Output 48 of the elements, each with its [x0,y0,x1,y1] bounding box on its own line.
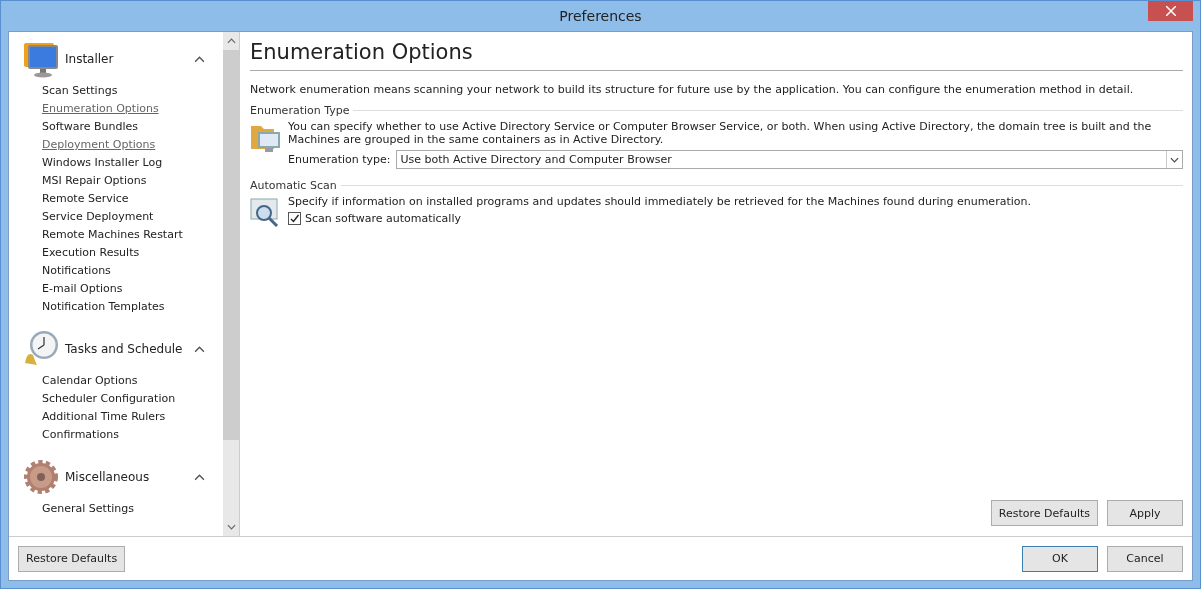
window-title: Preferences [559,8,642,24]
intro-text: Network enumeration means scanning your network to build its structure for future use by the application. You can configure the enumeration method in detail. [250,83,1135,96]
sidebar-link[interactable]: MSI Repair Options [42,172,223,190]
sidebar-link[interactable]: Notifications [42,262,223,280]
sidebar-link[interactable]: Calendar Options [42,372,223,390]
sidebar-link[interactable]: Remote Machines Restart [42,226,223,244]
collapse-icon[interactable] [194,55,205,63]
group-title: Miscellaneous [65,470,151,484]
collapse-icon[interactable] [194,473,205,481]
caret-icon [1170,156,1179,163]
section-heading: Enumeration Type [250,104,350,117]
page-title: Enumeration Options [250,40,1183,71]
sidebar-link[interactable]: Windows Installer Log [42,154,223,172]
sidebar-link[interactable]: Confirmations [42,426,223,444]
scroll-down-icon [226,524,236,530]
restore-defaults-button[interactable]: Restore Defaults [990,500,1098,526]
sidebar-link[interactable]: Scheduler Configuration [42,390,223,408]
sidebar-link[interactable]: General Settings [42,500,223,518]
section-description: You can specify whether to use Active Directory Service or Computer Browser Service, or both. When using Active Directory, the domain tree is built and the Machines are grouped in the same containers as in Active Directory. [288,120,1153,146]
sidebar-link[interactable]: Additional Time Rulers [42,408,223,426]
dropdown[interactable]: Use both Active Directory and Computer Browser [395,150,1183,169]
sidebar-link[interactable]: Deployment Options [42,136,223,154]
scroll-up-icon [226,38,236,44]
section-description: Specify if information on installed programs and updates should immediately be retrieved for the Machines found during enumeration. [288,195,1032,208]
field-label: Enumeration type: [288,153,391,166]
sidebar-link[interactable]: Software Bundles [42,118,223,136]
ok-button[interactable]: OK [1022,545,1098,572]
sidebar-link[interactable]: Service Deployment [42,208,223,226]
restore-defaults-button[interactable]: Restore Defaults [18,545,126,572]
cancel-button[interactable]: Cancel [1107,545,1183,572]
group-title: Installer [65,52,115,66]
sidebar-link[interactable]: E-mail Options [42,280,223,298]
checkbox-label: Scan software automatically [305,212,461,225]
apply-button[interactable]: Apply [1107,500,1183,526]
section-heading: Automatic Scan [250,179,337,192]
sidebar-link[interactable]: Scan Settings [42,82,223,100]
scrollbar[interactable] [223,32,239,536]
gear-icon [21,457,61,497]
checkbox[interactable] [288,212,301,225]
sidebar-link[interactable]: Execution Results [42,244,223,262]
collapse-icon[interactable] [194,345,205,353]
sidebar-link[interactable]: Notification Templates [42,298,223,316]
close-button[interactable] [1148,1,1193,21]
close-icon [1165,6,1176,16]
scrollbar-thumb[interactable] [223,50,239,440]
group-title: Tasks and Schedule [65,342,184,356]
sidebar-link[interactable]: Remote Service [42,190,223,208]
sidebar-link[interactable]: Enumeration Options [42,100,223,118]
